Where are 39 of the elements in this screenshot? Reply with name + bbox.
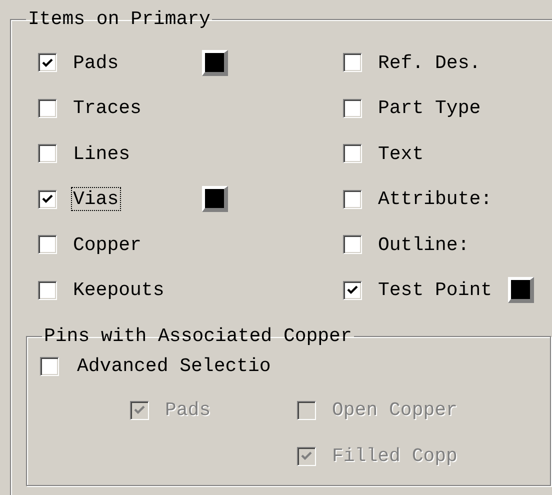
checkmark-icon	[42, 58, 53, 68]
checkbox[interactable]	[343, 53, 362, 72]
checkbox[interactable]	[38, 144, 57, 164]
color-swatch[interactable]	[202, 50, 228, 76]
checkbox-label: Pads	[72, 52, 120, 74]
checkbox-label: Attribute:	[377, 188, 494, 210]
checkbox-label: Ref. Des.	[377, 52, 482, 74]
checkmark-icon	[347, 285, 358, 296]
checkbox-label: Advanced Selectio	[76, 355, 272, 377]
checkbox-label: Pads	[164, 399, 212, 421]
checkbox[interactable]	[38, 235, 57, 254]
checkmark-icon	[134, 405, 145, 415]
group-title: Pins with Associated Copper	[43, 325, 353, 347]
checkbox-label: Open Copper	[331, 399, 458, 421]
checkbox-label: Copper	[72, 234, 142, 256]
color-swatch[interactable]	[202, 186, 228, 212]
checkbox-label: Text	[377, 142, 425, 165]
checkbox[interactable]	[38, 98, 57, 118]
checkbox-label: Filled Copp	[331, 445, 458, 467]
checkbox-label: Outline:	[377, 234, 470, 256]
checkbox-label: Test Point	[377, 279, 494, 302]
checkbox-label: Lines	[72, 142, 132, 165]
checkbox[interactable]	[343, 190, 362, 209]
checkbox[interactable]	[343, 280, 362, 300]
checkbox-label: Part Type	[377, 97, 482, 120]
checkbox[interactable]	[343, 235, 362, 254]
checkbox[interactable]	[38, 280, 57, 300]
checkbox[interactable]	[343, 98, 362, 118]
checkbox[interactable]	[38, 190, 57, 209]
checkbox-label: Traces	[72, 97, 142, 120]
color-swatch[interactable]	[508, 277, 534, 304]
checkmark-icon	[301, 451, 312, 461]
checkbox[interactable]	[343, 144, 362, 164]
checkbox[interactable]	[40, 356, 59, 376]
checkbox[interactable]	[38, 53, 57, 72]
checkbox-label: Vias	[72, 188, 120, 210]
checkmark-icon	[42, 194, 53, 204]
group-title: Items on Primary	[27, 8, 212, 30]
checkbox-label: Keepouts	[72, 279, 166, 302]
